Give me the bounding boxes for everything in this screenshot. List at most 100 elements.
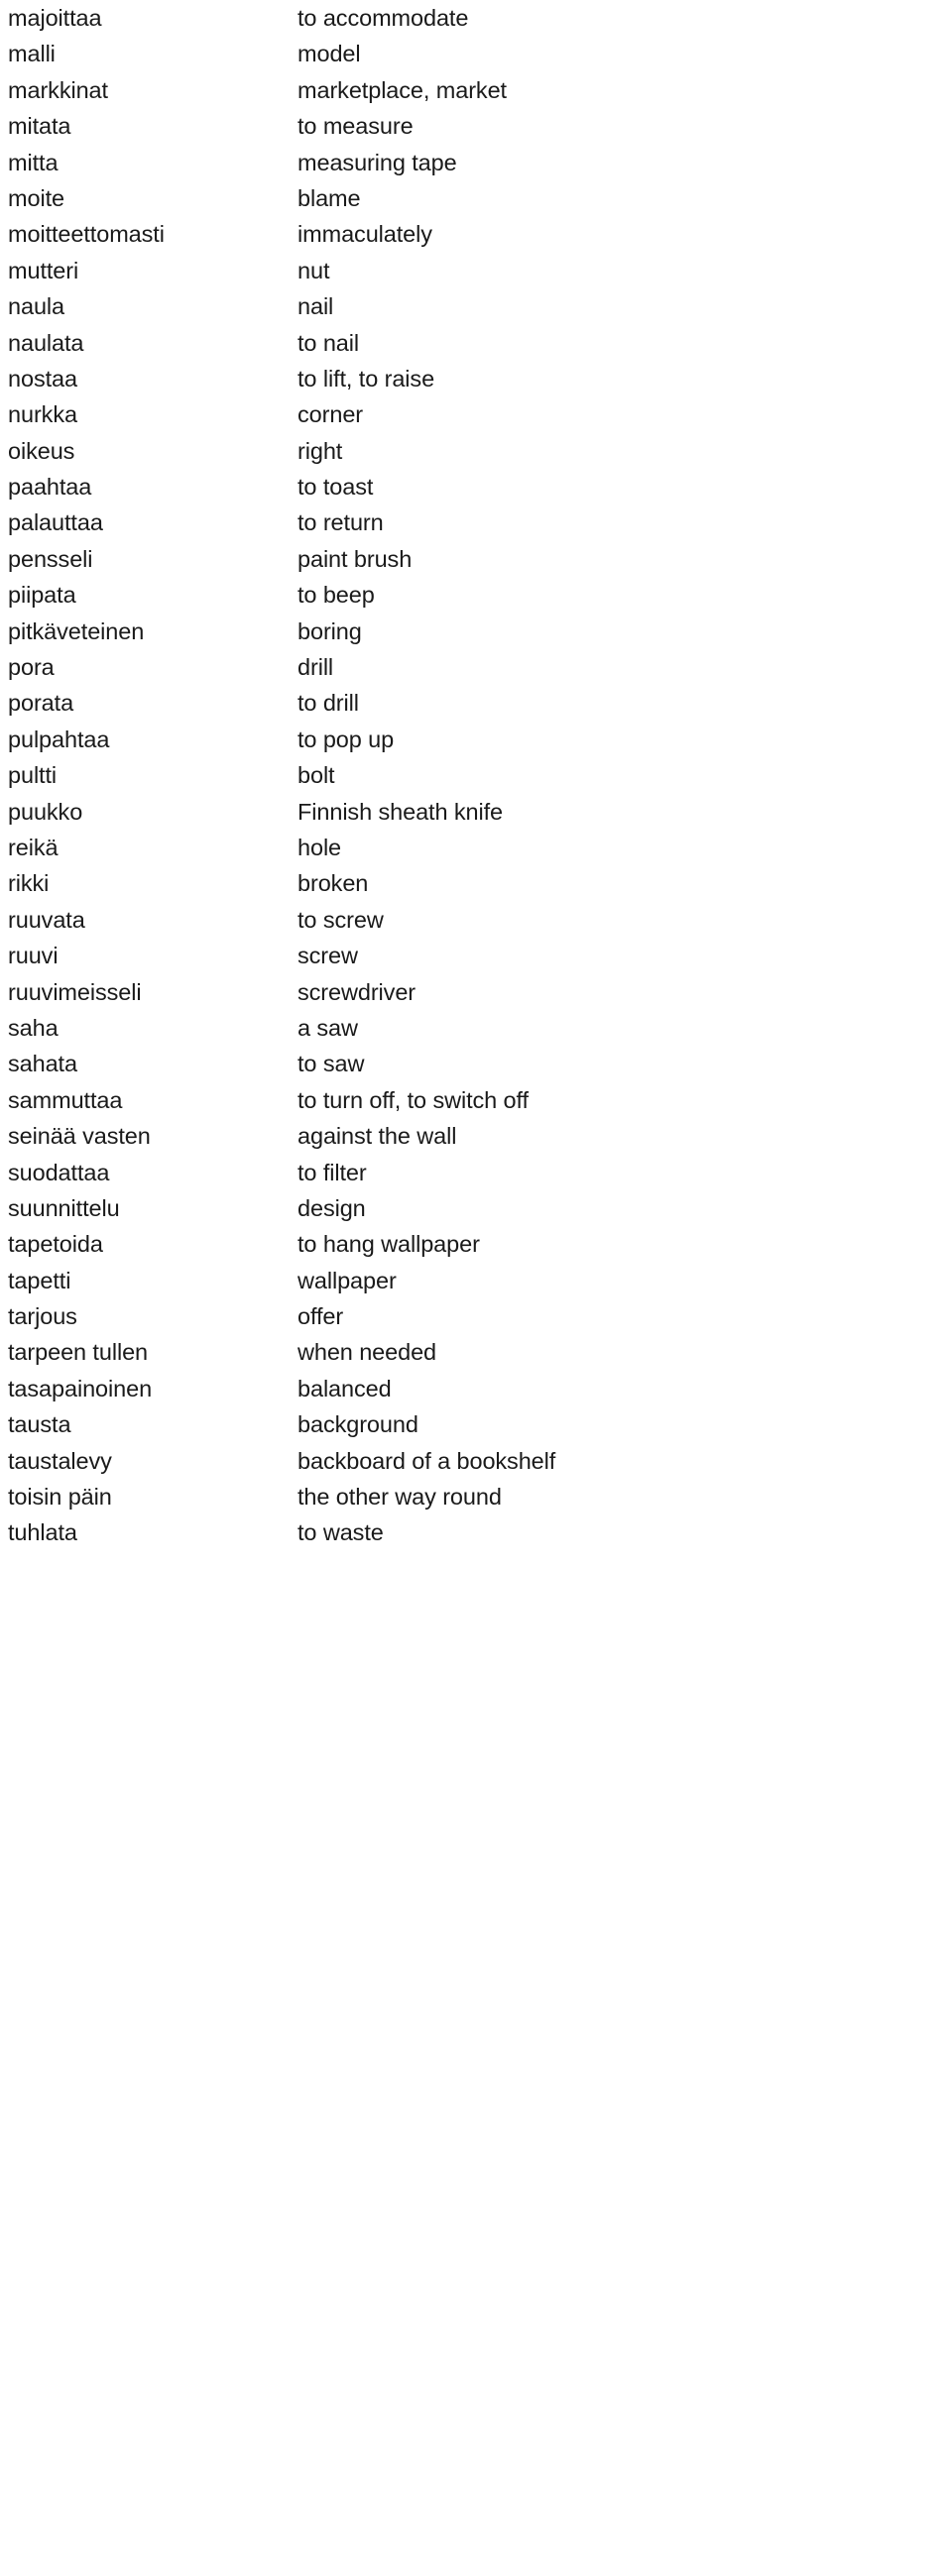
glossary-term: tuhlata [8, 1519, 77, 1546]
glossary-row: moite blame [0, 180, 952, 216]
glossary-translation: a saw [298, 1014, 358, 1041]
glossary-term: tausta [8, 1411, 71, 1438]
glossary-row: suodattaa to filter [0, 1155, 952, 1190]
glossary-term: moitteettomasti [8, 221, 165, 248]
glossary-row: pitkäveteinen boring [0, 614, 952, 649]
glossary-term: paahtaa [8, 474, 92, 501]
glossary-row: pora drill [0, 649, 952, 685]
glossary-term: tapetoida [8, 1231, 103, 1258]
glossary-term: pultti [8, 762, 58, 789]
glossary-row: toisin päin the other way round [0, 1479, 952, 1514]
glossary-row: moitteettomasti immaculately [0, 216, 952, 252]
glossary-translation: to waste [298, 1519, 384, 1546]
glossary-row: reikä hole [0, 830, 952, 865]
glossary-term: mitata [8, 113, 71, 140]
glossary-row: piipata to beep [0, 577, 952, 613]
glossary-row: ruuvimeisseli screwdriver [0, 974, 952, 1010]
glossary-term: suodattaa [8, 1159, 110, 1185]
glossary-term: oikeus [8, 437, 75, 464]
glossary-term: palauttaa [8, 509, 103, 536]
glossary-term: rikki [8, 870, 50, 897]
glossary-translation: to turn off, to switch off [298, 1086, 529, 1113]
glossary-row: tausta background [0, 1406, 952, 1442]
glossary-term: puukko [8, 798, 83, 825]
glossary-row: taustalevy backboard of a bookshelf [0, 1443, 952, 1479]
glossary-term: mutteri [8, 257, 79, 283]
glossary-row: seinää vasten against the wall [0, 1118, 952, 1154]
glossary-translation: corner [298, 401, 364, 428]
glossary-translation: to screw [298, 906, 384, 933]
glossary-translation: to hang wallpaper [298, 1231, 480, 1258]
glossary-row: mutteri nut [0, 253, 952, 288]
glossary-term: toisin päin [8, 1484, 112, 1511]
glossary-row: malli model [0, 36, 952, 71]
glossary-translation: to measure [298, 113, 414, 140]
glossary-translation: bolt [298, 762, 335, 789]
glossary-row: majoittaa to accommodate [0, 0, 952, 36]
glossary-translation: drill [298, 654, 334, 681]
glossary-term: mitta [8, 149, 59, 175]
glossary-term: ruuvata [8, 906, 85, 933]
glossary-row: suunnittelu design [0, 1190, 952, 1226]
glossary-translation: screw [298, 943, 358, 969]
glossary-row: pensseli paint brush [0, 541, 952, 577]
glossary-term: tarpeen tullen [8, 1339, 149, 1366]
glossary-translation: to return [298, 509, 384, 536]
glossary-row: ruuvi screw [0, 938, 952, 973]
glossary-translation: to beep [298, 582, 375, 609]
glossary-translation: against the wall [298, 1123, 457, 1150]
glossary-term: suunnittelu [8, 1194, 120, 1221]
glossary-translation: when needed [298, 1339, 437, 1366]
glossary-translation: right [298, 437, 343, 464]
glossary-row: tapetti wallpaper [0, 1263, 952, 1298]
glossary-row: naula nail [0, 288, 952, 324]
glossary-translation: immaculately [298, 221, 432, 248]
glossary-term: sammuttaa [8, 1086, 123, 1113]
glossary-term: pora [8, 654, 55, 681]
glossary-row: pulpahtaa to pop up [0, 722, 952, 757]
glossary-row: paahtaa to toast [0, 469, 952, 504]
glossary-translation: screwdriver [298, 978, 416, 1005]
glossary-translation: to filter [298, 1159, 367, 1185]
glossary-row: pultti bolt [0, 757, 952, 793]
glossary-translation: to lift, to raise [298, 365, 435, 392]
glossary-term: naulata [8, 329, 84, 356]
glossary-row: tapetoida to hang wallpaper [0, 1226, 952, 1262]
glossary-term: moite [8, 184, 64, 211]
glossary-translation: balanced [298, 1375, 392, 1401]
glossary-translation: to nail [298, 329, 360, 356]
glossary-row: naulata to nail [0, 325, 952, 361]
glossary-translation: to drill [298, 690, 359, 717]
glossary-translation: blame [298, 184, 361, 211]
glossary-row: saha a saw [0, 1010, 952, 1046]
glossary-row: tuhlata to waste [0, 1514, 952, 1550]
glossary-translation: to saw [298, 1051, 365, 1077]
glossary-term: pulpahtaa [8, 726, 110, 752]
glossary-translation: wallpaper [298, 1267, 397, 1293]
glossary-translation: broken [298, 870, 369, 897]
glossary-row: porata to drill [0, 685, 952, 721]
glossary-term: taustalevy [8, 1447, 112, 1474]
glossary-term: majoittaa [8, 5, 102, 31]
glossary-translation: offer [298, 1303, 344, 1330]
glossary-row: tarpeen tullen when needed [0, 1334, 952, 1370]
glossary-term: ruuvi [8, 943, 59, 969]
glossary-translation: to pop up [298, 726, 395, 752]
glossary-translation: background [298, 1411, 418, 1438]
glossary-translation: model [298, 41, 361, 67]
glossary-row: markkinat marketplace, market [0, 72, 952, 108]
glossary-translation: nail [298, 293, 334, 320]
glossary-row: sammuttaa to turn off, to switch off [0, 1082, 952, 1118]
glossary-row: oikeus right [0, 433, 952, 469]
glossary-translation: boring [298, 617, 362, 644]
glossary-translation: measuring tape [298, 149, 457, 175]
glossary-row: ruuvata to screw [0, 902, 952, 938]
glossary-row: sahata to saw [0, 1046, 952, 1081]
glossary-row: palauttaa to return [0, 504, 952, 540]
glossary-row: rikki broken [0, 865, 952, 901]
glossary-term: porata [8, 690, 74, 717]
glossary-term: reikä [8, 834, 59, 860]
glossary-translation: hole [298, 834, 342, 860]
glossary-translation: design [298, 1194, 366, 1221]
glossary-row: nurkka corner [0, 396, 952, 432]
